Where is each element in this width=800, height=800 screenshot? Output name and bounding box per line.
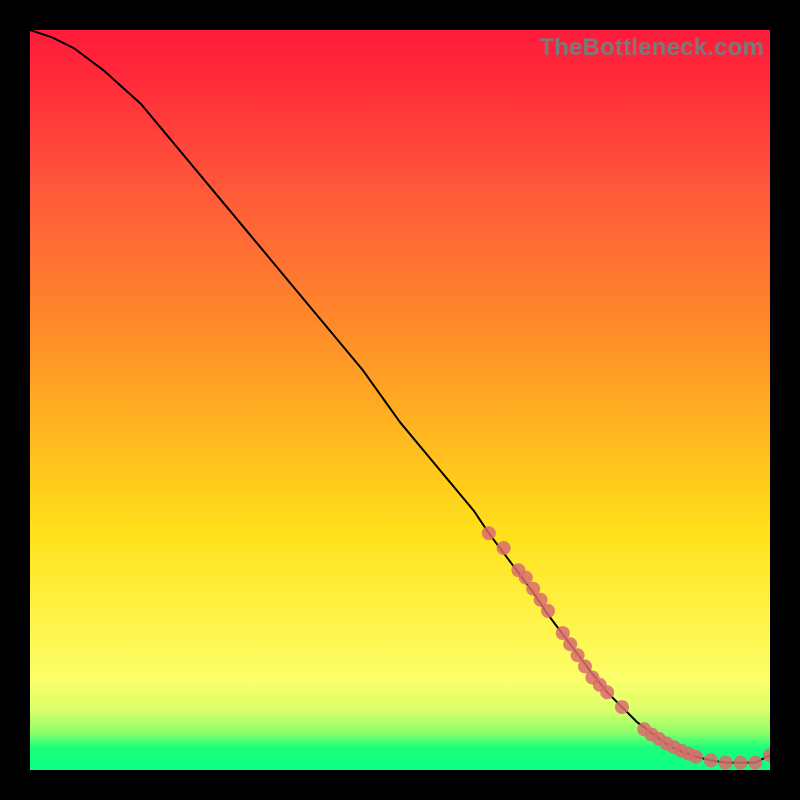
highlight-point [497, 541, 511, 555]
highlight-point [615, 700, 629, 714]
highlight-point [556, 626, 570, 640]
watermark-text: TheBottleneck.com [539, 34, 764, 62]
highlight-point [541, 604, 555, 618]
chart-plot-area: TheBottleneck.com [30, 30, 770, 770]
highlight-point [519, 571, 533, 585]
highlight-point [585, 671, 599, 685]
highlight-point [534, 593, 548, 607]
highlight-point [645, 728, 659, 742]
highlight-point [659, 736, 673, 750]
highlight-point [526, 582, 540, 596]
highlight-point [704, 753, 718, 767]
highlight-point [689, 750, 703, 764]
highlight-point [578, 659, 592, 673]
highlight-point [667, 740, 681, 754]
highlight-point [719, 756, 733, 770]
highlight-point [748, 756, 762, 770]
highlight-point [563, 637, 577, 651]
chart-overlay [30, 30, 770, 770]
highlight-point [593, 678, 607, 692]
highlight-point [682, 747, 696, 761]
highlight-point [637, 722, 651, 736]
highlighted-points [482, 526, 770, 769]
bottleneck-curve-line [30, 30, 770, 763]
highlight-point [763, 748, 770, 762]
highlight-point [733, 756, 747, 770]
highlight-point [482, 526, 496, 540]
highlight-point [674, 744, 688, 758]
chart-frame: TheBottleneck.com [0, 0, 800, 800]
highlight-point [652, 732, 666, 746]
highlight-point [511, 563, 525, 577]
highlight-point [571, 648, 585, 662]
highlight-point [600, 685, 614, 699]
